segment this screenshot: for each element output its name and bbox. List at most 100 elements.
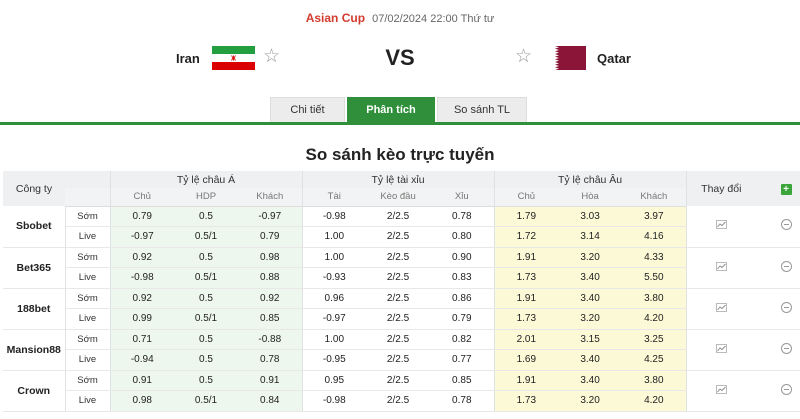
under-odds[interactable]: 0.78: [430, 390, 495, 412]
euro-home-odds[interactable]: 1.73: [493, 390, 559, 412]
euro-away-odds[interactable]: 4.20: [622, 390, 687, 412]
euro-draw-odds[interactable]: 3.40: [558, 370, 623, 391]
total-line[interactable]: 2/2.5: [366, 247, 431, 268]
line-chart-icon[interactable]: [715, 220, 727, 230]
euro-draw-odds[interactable]: 3.20: [558, 390, 623, 412]
under-odds[interactable]: 0.78: [430, 206, 495, 227]
asian-away-odds[interactable]: 0.79: [238, 226, 303, 248]
asian-home-odds[interactable]: 0.99: [109, 308, 174, 330]
under-odds[interactable]: 0.83: [430, 267, 495, 289]
asian-handicap[interactable]: 0.5: [174, 247, 238, 268]
euro-away-odds[interactable]: 3.80: [622, 370, 687, 391]
euro-away-odds[interactable]: 3.25: [622, 329, 687, 350]
away-favorite-star-icon[interactable]: ☆: [515, 47, 532, 67]
asian-home-odds[interactable]: 0.92: [109, 247, 174, 268]
asian-home-odds[interactable]: -0.94: [109, 349, 174, 371]
circle-minus-icon[interactable]: [780, 219, 792, 231]
company-name[interactable]: Sbobet: [3, 206, 66, 248]
tab-detail[interactable]: Chi tiết: [270, 97, 345, 122]
asian-handicap[interactable]: 0.5: [174, 288, 238, 309]
company-name[interactable]: Mansion88: [3, 329, 66, 371]
asian-away-odds[interactable]: 0.92: [238, 288, 303, 309]
line-chart-icon[interactable]: [715, 302, 727, 312]
over-odds[interactable]: 1.00: [301, 226, 367, 248]
over-odds[interactable]: 0.96: [301, 288, 367, 309]
over-odds[interactable]: 1.00: [301, 247, 367, 268]
asian-handicap[interactable]: 0.5/1: [174, 308, 238, 330]
asian-home-odds[interactable]: 0.91: [109, 370, 174, 391]
asian-home-odds[interactable]: -0.97: [109, 226, 174, 248]
euro-home-odds[interactable]: 1.91: [493, 288, 559, 309]
add-company-button[interactable]: +: [780, 183, 792, 195]
company-name[interactable]: 188bet: [3, 288, 66, 330]
over-odds[interactable]: -0.98: [301, 206, 367, 227]
euro-away-odds[interactable]: 4.33: [622, 247, 687, 268]
away-team-name[interactable]: Qatar: [597, 51, 631, 66]
league-name[interactable]: Asian Cup: [306, 11, 365, 25]
asian-handicap[interactable]: 0.5: [174, 349, 238, 371]
asian-home-odds[interactable]: 0.79: [109, 206, 174, 227]
euro-home-odds[interactable]: 1.73: [493, 267, 559, 289]
asian-away-odds[interactable]: -0.88: [238, 329, 303, 350]
under-odds[interactable]: 0.79: [430, 308, 495, 330]
euro-away-odds[interactable]: 4.20: [622, 308, 687, 330]
under-odds[interactable]: 0.80: [430, 226, 495, 248]
asian-away-odds[interactable]: 0.91: [238, 370, 303, 391]
euro-home-odds[interactable]: 1.79: [493, 206, 559, 227]
total-line[interactable]: 2/2.5: [366, 288, 431, 309]
euro-away-odds[interactable]: 4.16: [622, 226, 687, 248]
total-line[interactable]: 2/2.5: [366, 370, 431, 391]
circle-minus-icon[interactable]: [780, 260, 792, 272]
euro-home-odds[interactable]: 2.01: [493, 329, 559, 350]
under-odds[interactable]: 0.90: [430, 247, 495, 268]
asian-away-odds[interactable]: 0.85: [238, 308, 303, 330]
asian-handicap[interactable]: 0.5: [174, 370, 238, 391]
euro-home-odds[interactable]: 1.91: [493, 370, 559, 391]
under-odds[interactable]: 0.86: [430, 288, 495, 309]
tab-odds-compare[interactable]: So sánh TL: [437, 97, 527, 122]
euro-draw-odds[interactable]: 3.14: [558, 226, 623, 248]
asian-home-odds[interactable]: -0.98: [109, 267, 174, 289]
tab-analysis[interactable]: Phân tích: [347, 97, 435, 122]
circle-minus-icon[interactable]: [780, 342, 792, 354]
euro-draw-odds[interactable]: 3.40: [558, 349, 623, 371]
asian-handicap[interactable]: 0.5/1: [174, 267, 238, 289]
euro-away-odds[interactable]: 4.25: [622, 349, 687, 371]
asian-handicap[interactable]: 0.5/1: [174, 226, 238, 248]
total-line[interactable]: 2/2.5: [366, 329, 431, 350]
line-chart-icon[interactable]: [715, 343, 727, 353]
asian-away-odds[interactable]: 0.88: [238, 267, 303, 289]
asian-handicap[interactable]: 0.5/1: [174, 390, 238, 412]
euro-home-odds[interactable]: 1.69: [493, 349, 559, 371]
euro-home-odds[interactable]: 1.72: [493, 226, 559, 248]
asian-handicap[interactable]: 0.5: [174, 329, 238, 350]
total-line[interactable]: 2/2.5: [366, 349, 431, 371]
euro-draw-odds[interactable]: 3.40: [558, 288, 623, 309]
euro-away-odds[interactable]: 3.80: [622, 288, 687, 309]
total-line[interactable]: 2/2.5: [366, 308, 431, 330]
over-odds[interactable]: -0.93: [301, 267, 367, 289]
circle-minus-icon[interactable]: [780, 383, 792, 395]
asian-home-odds[interactable]: 0.92: [109, 288, 174, 309]
over-odds[interactable]: 1.00: [301, 329, 367, 350]
euro-draw-odds[interactable]: 3.40: [558, 267, 623, 289]
company-name[interactable]: Bet365: [3, 247, 66, 289]
euro-home-odds[interactable]: 1.73: [493, 308, 559, 330]
total-line[interactable]: 2/2.5: [366, 267, 431, 289]
euro-home-odds[interactable]: 1.91: [493, 247, 559, 268]
asian-away-odds[interactable]: 0.98: [238, 247, 303, 268]
asian-away-odds[interactable]: 0.84: [238, 390, 303, 412]
over-odds[interactable]: -0.95: [301, 349, 367, 371]
line-chart-icon[interactable]: [715, 384, 727, 394]
over-odds[interactable]: 0.95: [301, 370, 367, 391]
asian-handicap[interactable]: 0.5: [174, 206, 238, 227]
line-chart-icon[interactable]: [715, 261, 727, 271]
total-line[interactable]: 2/2.5: [366, 226, 431, 248]
total-line[interactable]: 2/2.5: [366, 206, 431, 227]
under-odds[interactable]: 0.85: [430, 370, 495, 391]
asian-away-odds[interactable]: -0.97: [238, 206, 303, 227]
euro-away-odds[interactable]: 3.97: [622, 206, 687, 227]
euro-away-odds[interactable]: 5.50: [622, 267, 687, 289]
under-odds[interactable]: 0.82: [430, 329, 495, 350]
over-odds[interactable]: -0.98: [301, 390, 367, 412]
